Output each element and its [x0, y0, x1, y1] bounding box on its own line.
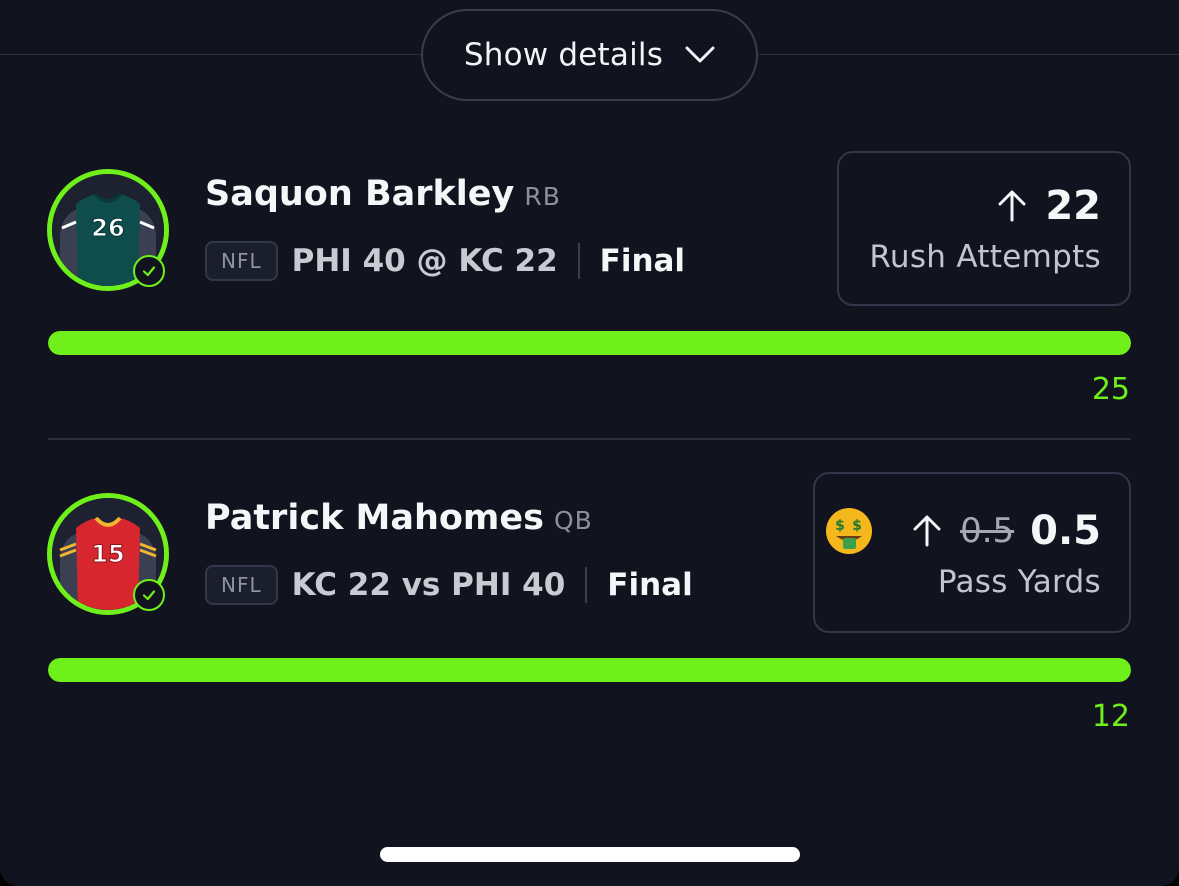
result-value: 12	[1091, 699, 1130, 734]
game-info: NFL KC 22 vs PHI 40 Final	[205, 564, 693, 606]
svg-text:26: 26	[91, 214, 124, 242]
game-info: NFL PHI 40 @ KC 22 Final	[205, 240, 685, 282]
player-avatar: 26	[47, 169, 169, 291]
pick-divider	[48, 438, 1131, 440]
arrow-up-icon	[910, 514, 944, 548]
progress-fill	[48, 658, 1131, 682]
show-details-button[interactable]: Show details	[421, 9, 758, 101]
player-avatar: 15	[47, 493, 169, 615]
svg-text:$: $	[835, 518, 845, 534]
chevron-down-icon	[685, 46, 715, 63]
separator	[585, 567, 588, 603]
svg-text:$: $	[852, 518, 862, 534]
player-name: Patrick Mahomes QB	[205, 498, 593, 538]
player-name: Saquon Barkley RB	[205, 174, 561, 214]
show-details-label: Show details	[463, 37, 664, 73]
game-status: Final	[607, 567, 693, 603]
projection-card[interactable]: 22 Rush Attempts	[837, 151, 1131, 306]
line-value: 22	[1045, 183, 1101, 229]
result-value: 25	[1091, 372, 1130, 407]
stat-type: Pass Yards	[937, 564, 1101, 600]
home-indicator[interactable]	[380, 847, 800, 862]
screen: Show details 26 Saquon Barkley RB NFL PHI…	[0, 0, 1179, 886]
original-line-value: 0.5	[960, 511, 1015, 551]
progress-bar	[48, 331, 1131, 355]
matchup-score: KC 22 vs PHI 40	[291, 567, 566, 603]
money-mouth-face-icon: $ $	[824, 506, 874, 556]
progress-fill	[48, 331, 1131, 355]
stat-type: Rush Attempts	[869, 239, 1101, 275]
game-status: Final	[599, 243, 686, 279]
separator	[577, 243, 580, 279]
league-badge: NFL	[205, 241, 278, 281]
line-value: 0.5	[1030, 508, 1101, 554]
matchup-score: PHI 40 @ KC 22	[291, 243, 558, 279]
player-position: QB	[553, 506, 593, 535]
check-badge-icon	[133, 255, 165, 287]
progress-bar	[48, 658, 1131, 682]
projection-card[interactable]: $ $ 0.5 0.5 Pass Yards	[813, 472, 1131, 633]
league-badge: NFL	[205, 565, 278, 605]
player-position: RB	[524, 182, 561, 211]
arrow-up-icon	[995, 189, 1029, 223]
svg-text:15: 15	[91, 540, 124, 568]
check-badge-icon	[133, 579, 165, 611]
